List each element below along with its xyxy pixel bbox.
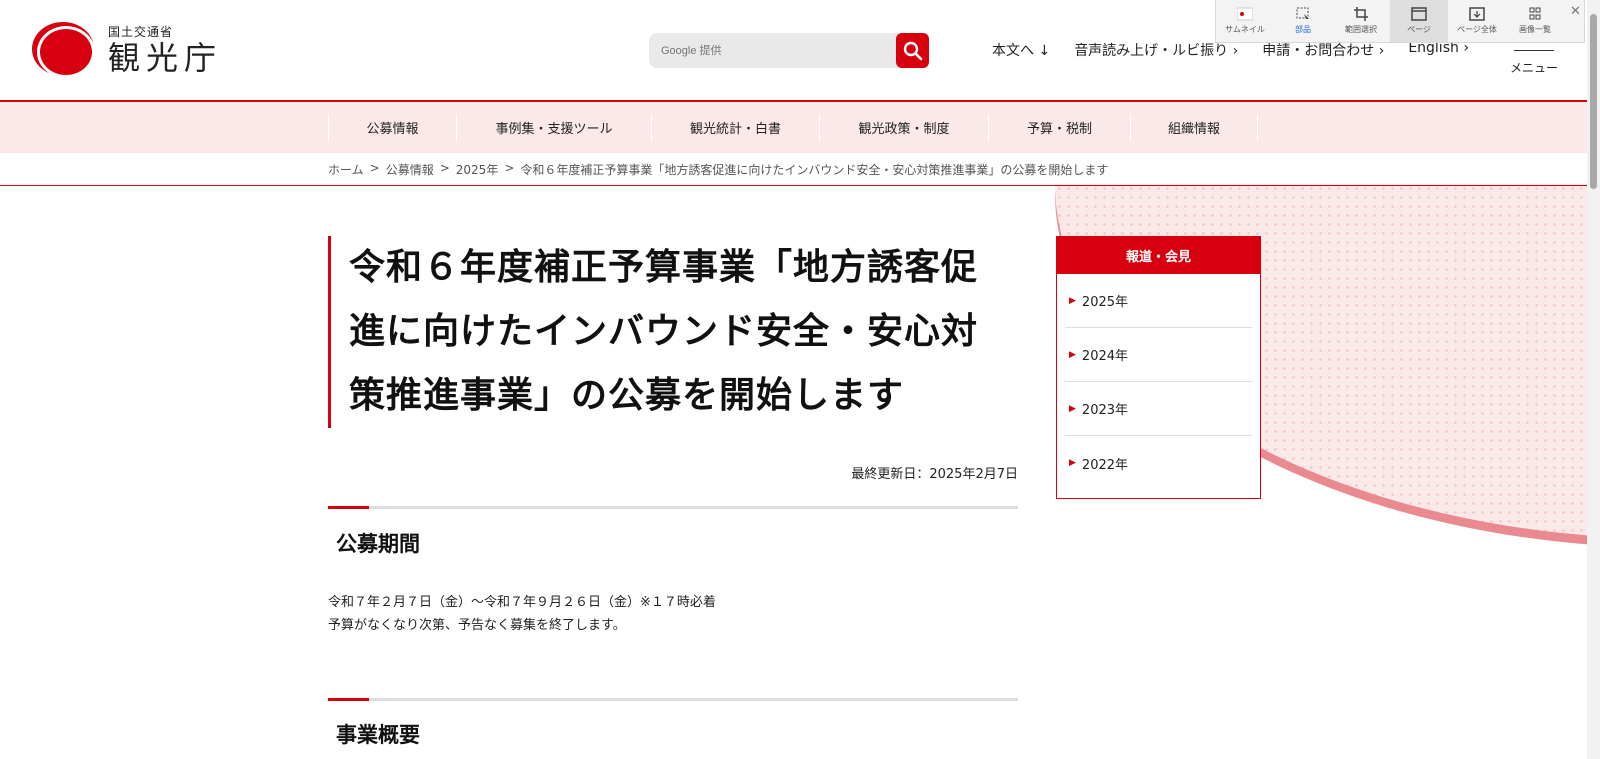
search-button[interactable] (896, 33, 929, 68)
read-aloud-link[interactable]: 音声読み上げ・ルビ振り › (1074, 40, 1238, 60)
sidebar-item-label: 2025年 (1081, 295, 1129, 310)
breadcrumb-home[interactable]: ホーム (328, 161, 364, 178)
capture-fullpage-label: ページ全体 (1457, 25, 1497, 34)
page-title-line: 策推進事業」の公募を開始します (349, 375, 905, 416)
scrollbar[interactable] (1587, 0, 1600, 759)
crop-icon (1354, 7, 1368, 21)
nav-item-case-studies[interactable]: 事例集・支援ツール (456, 114, 651, 141)
capture-toolbar: サムネイル 部品 範囲選択 ページ ページ全体 画像一覧 (1215, 0, 1585, 43)
capture-image-list-button[interactable]: 画像一覧 (1506, 0, 1564, 42)
hamburger-icon (1514, 50, 1554, 51)
last-updated: 最終更新日：2025年2月7日 (851, 467, 1018, 482)
period-text: 令和７年２月７日（金）～令和７年９月２６日（金）※１７時必着 予算がなくなり次第… (328, 591, 716, 637)
skip-to-content-link[interactable]: 本文へ ↓ (992, 40, 1050, 60)
logo-mark-icon (32, 22, 95, 78)
grid-icon (1529, 7, 1541, 20)
period-line: 予算がなくなり次第、予告なく募集を終了します。 (328, 618, 626, 633)
capture-thumbnail-label: サムネイル (1225, 25, 1265, 34)
capture-parts-button[interactable]: 部品 (1274, 0, 1332, 42)
menu-label: メニュー (1510, 61, 1559, 75)
section-divider (328, 698, 1018, 701)
sidebar-item-label: 2024年 (1081, 349, 1129, 364)
period-line: 令和７年２月７日（金）～令和７年９月２６日（金）※１７時必着 (328, 595, 716, 610)
contact-link[interactable]: 申請・お問合わせ › (1262, 40, 1384, 60)
sidebar-item-label: 2023年 (1081, 403, 1129, 418)
nav-item-statistics[interactable]: 観光統計・白書 (651, 114, 819, 141)
triangle-right-icon: ▶ (1069, 295, 1076, 306)
triangle-right-icon: ▶ (1069, 349, 1076, 360)
sidebar-item-2024[interactable]: ▶ 2024年 (1065, 328, 1252, 382)
breadcrumb-divider (0, 185, 1587, 186)
press-sidebar: 報道・会見 ▶ 2025年 ▶ 2024年 ▶ 2023年 ▶ 2022年 (1056, 236, 1261, 499)
nav-item-budget[interactable]: 予算・税制 (988, 114, 1130, 141)
breadcrumb-year[interactable]: 2025年 (456, 161, 499, 178)
logo-ministry-label: 国土交通省 (108, 24, 174, 39)
capture-page-label: ページ (1407, 25, 1431, 34)
nav-item-koubo[interactable]: 公募情報 (328, 114, 456, 141)
section-divider (328, 506, 1018, 509)
sidebar-item-label: 2022年 (1081, 457, 1129, 473)
breadcrumb-separator: > (504, 161, 515, 175)
capture-image-list-label: 画像一覧 (1519, 25, 1551, 34)
breadcrumb: ホーム > 公募情報 > 2025年 > 令和６年度補正予算事業「地方誘客促進に… (328, 161, 1108, 178)
nav-item-policy[interactable]: 観光政策・制度 (819, 114, 988, 141)
breadcrumb-separator: > (369, 161, 380, 175)
menu-button[interactable]: メニュー (1510, 50, 1558, 76)
breadcrumb-separator: > (439, 161, 450, 175)
page-title-line: 令和６年度補正予算事業「地方誘客促 (349, 247, 979, 288)
thumbnail-icon (1237, 7, 1253, 21)
capture-parts-label: 部品 (1295, 25, 1311, 34)
page-title-line: 進に向けたインバウンド安全・安心対 (349, 311, 979, 352)
select-element-icon (1296, 7, 1309, 19)
nav-item-organization[interactable]: 組織情報 (1130, 114, 1258, 141)
search-icon (903, 41, 922, 60)
capture-fullpage-button[interactable]: ページ全体 (1448, 0, 1506, 42)
site-search (649, 33, 932, 68)
capture-page-button[interactable]: ページ (1390, 0, 1448, 42)
capture-area-label: 範囲選択 (1345, 25, 1377, 34)
logo-agency-name: 観光庁 (108, 38, 223, 77)
page-icon (1411, 7, 1427, 21)
section-title-overview: 事業概要 (336, 723, 420, 747)
global-nav: 公募情報 事例集・支援ツール 観光統計・白書 観光政策・制度 予算・税制 組織情… (0, 100, 1587, 153)
scrollbar-thumb[interactable] (1590, 14, 1597, 189)
triangle-right-icon: ▶ (1069, 458, 1076, 468)
triangle-right-icon: ▶ (1069, 403, 1076, 414)
close-icon[interactable]: ✕ (1570, 4, 1581, 19)
capture-thumbnail-button[interactable]: サムネイル (1216, 0, 1274, 42)
sidebar-heading: 報道・会見 (1057, 237, 1260, 274)
sidebar-item-2022[interactable]: ▶ 2022年 (1065, 436, 1252, 490)
utility-links: 本文へ ↓ 音声読み上げ・ルビ振り › 申請・お問合わせ › English › (992, 40, 1469, 60)
breadcrumb-koubo[interactable]: 公募情報 (386, 161, 434, 178)
site-logo[interactable]: 国土交通省 観光庁 (32, 22, 223, 78)
breadcrumb-current: 令和６年度補正予算事業「地方誘客促進に向けたインバウンド安全・安心対策推進事業」… (520, 163, 1109, 177)
capture-area-button[interactable]: 範囲選択 (1332, 0, 1390, 42)
fullpage-icon (1469, 7, 1485, 21)
section-title-period: 公募期間 (336, 532, 420, 556)
page-title: 令和６年度補正予算事業「地方誘客促 進に向けたインバウンド安全・安心対 策推進事… (328, 236, 1018, 428)
sidebar-item-2023[interactable]: ▶ 2023年 (1065, 382, 1252, 436)
sidebar-item-2025[interactable]: ▶ 2025年 (1065, 274, 1252, 328)
search-input[interactable] (649, 33, 899, 68)
english-link[interactable]: English › (1408, 40, 1469, 60)
